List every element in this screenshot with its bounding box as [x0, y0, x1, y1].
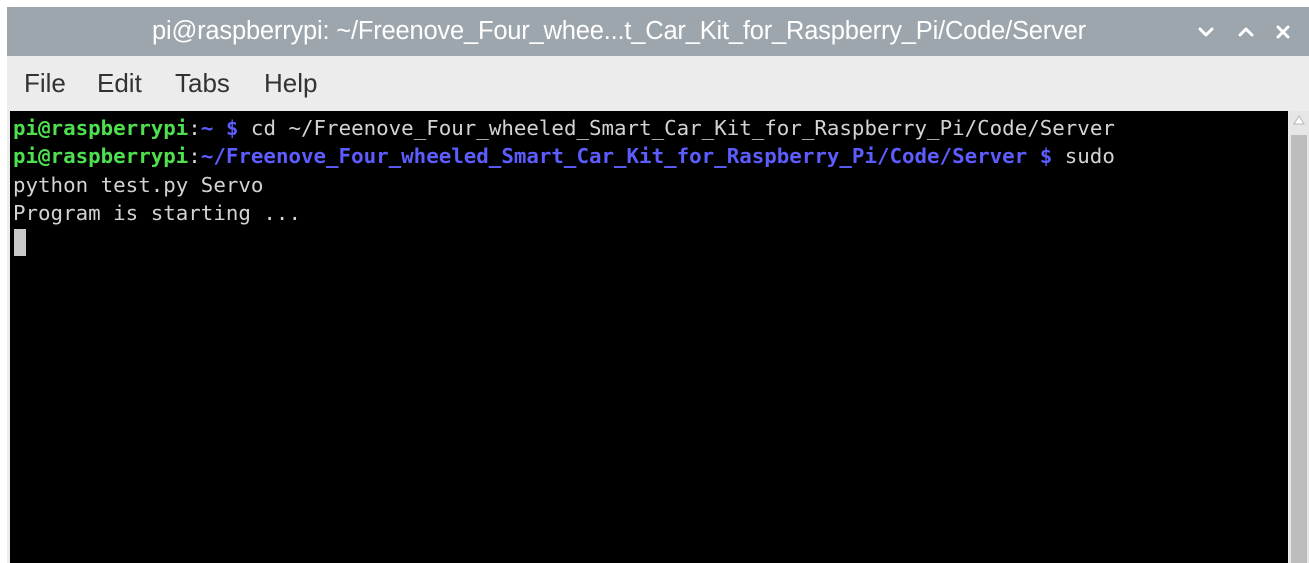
scroll-up-arrow-icon[interactable] — [1293, 115, 1305, 125]
window-title: pi@raspberrypi: ~/Freenove_Four_whee...t… — [152, 17, 1086, 45]
close-icon — [1276, 25, 1290, 39]
vertical-scrollbar[interactable] — [1289, 111, 1309, 563]
terminal-line-3: python test.py Servo — [13, 173, 264, 197]
minimize-button[interactable] — [1193, 19, 1219, 45]
prompt-separator: : — [188, 116, 201, 140]
command-text: cd ~/Freenove_Four_wheeled_Smart_Car_Kit… — [238, 116, 1115, 140]
terminal-line-2: pi@raspberrypi:~/Freenove_Four_wheeled_S… — [13, 142, 1115, 170]
terminal-line-4: Program is starting ... — [13, 201, 301, 225]
menu-file[interactable]: File — [24, 56, 66, 111]
terminal-line-1: pi@raspberrypi:~ $ cd ~/Freenove_Four_wh… — [13, 114, 1115, 142]
terminal-cursor — [14, 229, 26, 256]
prompt-symbol: $ — [213, 116, 239, 140]
chevron-up-icon — [1238, 27, 1254, 37]
menu-edit[interactable]: Edit — [97, 56, 142, 111]
maximize-button[interactable] — [1233, 19, 1259, 45]
prompt-user: pi@raspberrypi — [13, 116, 189, 140]
title-bar[interactable]: pi@raspberrypi: ~/Freenove_Four_whee...t… — [7, 7, 1309, 56]
menu-bar: File Edit Tabs Help — [7, 56, 1309, 111]
command-text: sudo — [1052, 144, 1115, 168]
prompt-user: pi@raspberrypi — [13, 144, 189, 168]
menu-tabs[interactable]: Tabs — [175, 56, 230, 111]
prompt-path: ~/Freenove_Four_wheeled_Smart_Car_Kit_fo… — [200, 144, 1028, 168]
terminal-output[interactable]: pi@raspberrypi:~ $ cd ~/Freenove_Four_wh… — [10, 111, 1288, 563]
menu-help[interactable]: Help — [264, 56, 317, 111]
scrollbar-thumb[interactable] — [1291, 135, 1307, 563]
close-button[interactable] — [1270, 19, 1296, 45]
terminal-window: pi@raspberrypi: ~/Freenove_Four_whee...t… — [7, 7, 1309, 563]
prompt-separator: : — [188, 144, 201, 168]
prompt-symbol: $ — [1027, 144, 1053, 168]
prompt-path: ~ — [200, 116, 214, 140]
chevron-down-icon — [1198, 27, 1214, 37]
